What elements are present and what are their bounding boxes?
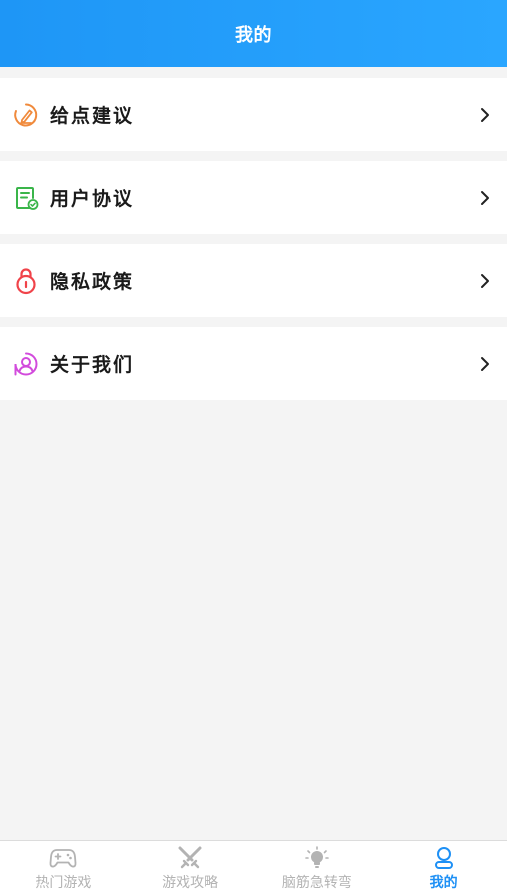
page-title: 我的 [235,24,272,46]
menu-item-privacy-policy[interactable]: 隐私政策 [0,244,507,317]
menu-item-user-agreement[interactable]: 用户协议 [0,161,507,234]
chevron-right-icon [477,356,493,372]
tab-label: 我的 [429,875,458,891]
chevron-right-icon [477,190,493,206]
app-root: 我的 给点建议 用户协议 隐私政策 关于我们 热门游戏 游戏攻略 脑筋急转弯 我… [0,0,507,895]
tab-label: 游戏攻略 [162,875,219,891]
tab-label: 脑筋急转弯 [281,875,352,891]
tab-mine[interactable]: 我的 [380,841,507,895]
menu-item-about-us[interactable]: 关于我们 [0,327,507,400]
document-check-icon [12,184,40,212]
menu-item-feedback[interactable]: 给点建议 [0,78,507,151]
about-user-icon [12,350,40,378]
lightbulb-icon [303,846,331,870]
lock-icon [12,267,40,295]
profile-icon [430,846,458,870]
chevron-right-icon [477,107,493,123]
settings-menu: 给点建议 用户协议 隐私政策 关于我们 [0,78,507,400]
gamepad-icon [49,846,77,870]
menu-item-label: 用户协议 [50,188,135,210]
page-header: 我的 [0,0,507,67]
bottom-tab-bar: 热门游戏 游戏攻略 脑筋急转弯 我的 [0,840,507,895]
chevron-right-icon [477,273,493,289]
menu-item-label: 隐私政策 [50,271,135,293]
tab-brain-teasers[interactable]: 脑筋急转弯 [254,841,381,895]
tab-hot-games[interactable]: 热门游戏 [0,841,127,895]
menu-item-label: 给点建议 [50,105,135,127]
crossed-swords-icon [176,846,204,870]
tab-game-guides[interactable]: 游戏攻略 [127,841,254,895]
feedback-pencil-icon [12,101,40,129]
menu-item-label: 关于我们 [50,354,135,376]
tab-label: 热门游戏 [35,875,92,891]
